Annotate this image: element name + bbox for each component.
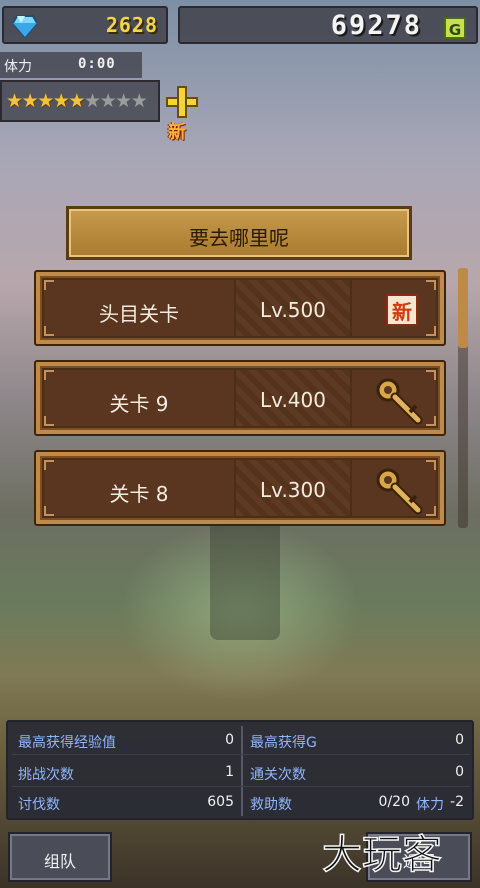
stage-row-8[interactable]: 关卡 8 Lv.300 [34, 450, 446, 526]
stat-rescues-value: 0/20 [378, 794, 410, 810]
gem-icon [12, 15, 38, 38]
stat-kills-value: 605 [207, 794, 234, 810]
stat-kills-label: 讨伐数 [18, 797, 60, 813]
stamina-header: 体力 0:00 [0, 52, 142, 78]
stamina-star-filled-icon: ★ [6, 90, 24, 112]
stat-max-exp-value: 0 [225, 732, 234, 748]
stat-max-gold-value: 0 [455, 732, 464, 748]
stamina-label: 体力 [4, 59, 32, 75]
stat-clears-label: 通关次数 [250, 767, 306, 783]
watermark-logo: 大玩客 [321, 831, 443, 879]
stage-level: Lv.400 [260, 388, 326, 412]
stamina-timer: 0:00 [78, 56, 116, 72]
destination-banner: 要去哪里呢 [66, 206, 412, 260]
stat-stamina-cost-label: 体力 [416, 797, 444, 813]
svg-text:大玩客: 大玩客 [322, 832, 442, 878]
key-icon [376, 378, 423, 425]
stage-row-9[interactable]: 关卡 9 Lv.400 [34, 360, 446, 436]
add-stamina-button[interactable] [166, 86, 198, 118]
add-stamina-new-badge: 新 [168, 122, 186, 143]
stamina-star-filled-icon: ★ [21, 90, 39, 112]
destination-title: 要去哪里呢 [189, 226, 289, 250]
stamina-stars: ★ ★ ★ ★ ★ ★ ★ ★ ★ [6, 88, 148, 114]
stamina-star-empty-icon: ★ [115, 90, 133, 112]
stage-row-frame: 关卡 9 Lv.400 [40, 366, 440, 430]
stage-name: 关卡 9 [109, 392, 169, 416]
stamina-star-filled-icon: ★ [68, 90, 86, 112]
plus-icon-v [177, 86, 187, 118]
stat-challenges-label: 挑战次数 [18, 767, 74, 783]
stage-row-frame: 头目关卡 Lv.500 新 [40, 276, 440, 340]
stat-challenges-value: 1 [225, 764, 234, 780]
stat-clears-value: 0 [455, 764, 464, 780]
stamina-star-empty-icon: ★ [130, 90, 148, 112]
stat-rescues-label: 救助数 [250, 797, 292, 813]
stat-stamina-cost-value: -2 [450, 794, 464, 810]
stat-max-gold-label: 最高获得G [250, 735, 317, 751]
gold-counter: 69278 G [178, 6, 478, 44]
stage-level: Lv.500 [260, 298, 326, 322]
stamina-star-filled-icon: ★ [52, 90, 70, 112]
gold-count: 69278 [330, 10, 422, 41]
background-gate [210, 520, 280, 640]
scrollbar-thumb[interactable] [458, 268, 468, 348]
stage-list-scrollbar[interactable] [458, 268, 468, 528]
stamina-star-empty-icon: ★ [83, 90, 102, 112]
stamina-bar: ★ ★ ★ ★ ★ ★ ★ ★ ★ [0, 80, 160, 122]
new-badge-icon: 新 [386, 294, 418, 326]
stat-max-exp-label: 最高获得经验值 [18, 735, 116, 751]
team-button[interactable]: 组队 [8, 832, 112, 882]
stage-row-frame: 关卡 8 Lv.300 [40, 456, 440, 520]
gem-counter: 2628 [2, 6, 168, 44]
gem-count: 2628 [105, 13, 158, 37]
team-button-label: 组队 [43, 852, 76, 871]
stage-level: Lv.300 [260, 478, 326, 502]
key-icon [376, 468, 423, 515]
stage-name: 关卡 8 [109, 482, 169, 506]
gold-unit-icon: G [444, 17, 466, 39]
stats-panel: 最高获得经验值 0 挑战次数 1 讨伐数 605 最高获得G 0 通关次数 0 … [6, 720, 474, 820]
stage-row-boss[interactable]: 头目关卡 Lv.500 新 [34, 270, 446, 346]
stamina-star-empty-icon: ★ [99, 90, 117, 112]
stamina-star-filled-icon: ★ [37, 90, 55, 112]
stage-name: 头目关卡 [99, 302, 179, 326]
